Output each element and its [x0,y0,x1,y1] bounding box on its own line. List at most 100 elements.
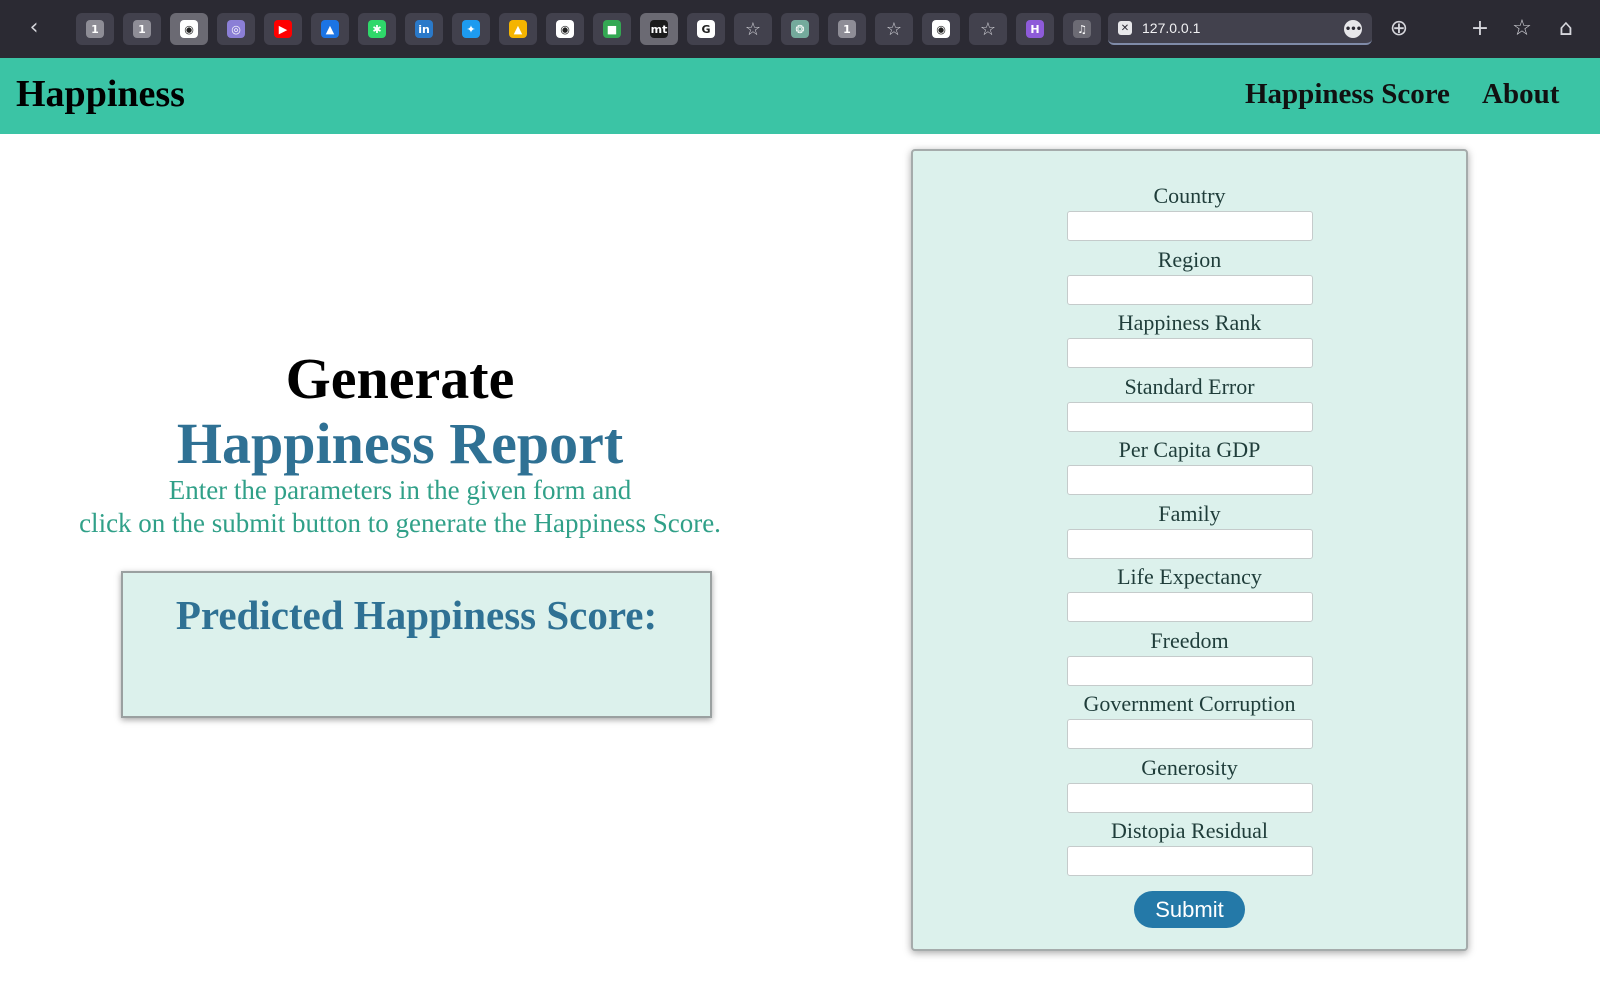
field-happiness-rank: Happiness Rank [913,308,1466,368]
star-icon: ☆ [744,18,762,40]
url-text[interactable]: 127.0.0.1 [1142,20,1200,36]
download-icon[interactable]: ⊕ [1385,15,1413,43]
browser-tab[interactable]: 1 [76,13,114,45]
freedom-input[interactable] [1066,655,1313,686]
field-government-corruption: Government Corruption [913,689,1466,749]
linkedin-icon: in [415,20,433,38]
country-input[interactable] [1066,211,1313,241]
field-label-region: Region [1157,246,1222,272]
browser-tab[interactable]: ♫ [1063,13,1101,45]
browser-tab[interactable]: ■ [593,13,631,45]
field-life-expectancy: Life Expectancy [913,562,1466,622]
region-input[interactable] [1066,274,1313,305]
browser-tab[interactable]: G [687,13,725,45]
family-input[interactable] [1066,528,1313,559]
browser-tab[interactable]: ✱ [358,13,396,45]
music-icon: ♫ [1073,20,1091,38]
back-arrow-icon[interactable]: ‹ [22,17,46,41]
field-region: Region [913,245,1466,305]
bluesky-icon: ▲ [321,20,339,38]
browser-tab[interactable]: ☆ [969,13,1007,45]
hero-title-happiness-report: Happiness Report [176,411,624,476]
star-icon: ☆ [885,18,903,40]
browser-tab[interactable]: mt [640,13,678,45]
github-icon: ◉ [180,20,198,38]
generosity-input[interactable] [1066,782,1313,813]
field-label-freedom: Freedom [1150,627,1229,653]
standard-error-input[interactable] [1066,401,1313,432]
field-generosity: Generosity [913,753,1466,813]
prediction-result-box: Predicted Happiness Score: [121,571,712,718]
mt-icon: mt [650,20,668,38]
browser-tab[interactable]: ✦ [452,13,490,45]
field-label-generosity: Generosity [1141,754,1238,780]
browser-tab[interactable]: ▲ [499,13,537,45]
browser-tab[interactable]: ▲ [311,13,349,45]
field-standard-error: Standard Error [913,372,1466,432]
browser-tab[interactable]: 1 [123,13,161,45]
browser-tab[interactable]: ◉ [170,13,208,45]
browser-toolbar: ‹ 1 1 ◉ ◎ ▶ ▲ ✱ in ✦ ▲ ◉ ■ mt G ☆ ❂ 1 ☆ ◉ ☆ H ♫ ✕ 127.0.0.1 •… [0,0,1600,58]
browser-tab[interactable]: 1 [828,13,866,45]
browser-tab[interactable]: ☆ [875,13,913,45]
h-app-icon: H [1026,20,1044,38]
hero-description-line-2: click on the submit button to generate t… [79,508,721,538]
address-bar[interactable]: ✕ 127.0.0.1 ••• [1108,13,1372,45]
brand-logo[interactable]: Happiness [16,72,185,116]
nav-link-about[interactable]: About [1482,78,1559,111]
tab-site-icon: ◎ [227,20,245,38]
tab-strip: 1 1 ◉ ◎ ▶ ▲ ✱ in ✦ ▲ ◉ ■ mt G ☆ ❂ 1 ☆ ◉ ☆ H ♫ [76,13,1101,45]
tab-1-icon: 1 [133,20,151,38]
browser-tab[interactable]: ◎ [217,13,255,45]
field-per-capita-gdp: Per Capita GDP [913,435,1466,495]
tab-1-icon: 1 [838,20,856,38]
per-capita-gdp-input[interactable] [1066,465,1313,495]
submit-button[interactable]: Submit [1134,891,1245,928]
field-label-life-expectancy: Life Expectancy [1117,564,1262,589]
field-label-standard-error: Standard Error [1124,373,1255,399]
star-icon: ☆ [979,18,997,40]
home-icon[interactable]: ⌂ [1552,15,1580,43]
more-options-icon[interactable]: ••• [1344,20,1362,38]
browser-tab[interactable]: ◉ [546,13,584,45]
browser-tab[interactable]: ☆ [734,13,772,45]
browser-tab[interactable]: ◉ [922,13,960,45]
field-label-per-capita-gdp: Per Capita GDP [1118,437,1261,462]
tab-1-icon: 1 [86,20,104,38]
new-tab-plus-icon[interactable]: + [1466,15,1494,43]
bookmark-star-icon[interactable]: ☆ [1508,15,1536,43]
browser-tab[interactable]: ❂ [781,13,819,45]
browser-tab[interactable]: ▶ [264,13,302,45]
predicted-score-label: Predicted Happiness Score: [175,592,658,638]
field-label-country: Country [1153,183,1226,208]
parameters-form: Country Region Happiness Rank Standard Erro… [911,149,1468,951]
hero-description: Enter the parameters in the given form a… [0,474,800,540]
life-expectancy-input[interactable] [1066,592,1313,622]
green-app-icon: ✱ [368,20,386,38]
nav-link-happiness-score[interactable]: Happiness Score [1245,78,1450,111]
field-label-family: Family [1158,500,1221,526]
field-family: Family [913,499,1466,559]
field-country: Country [913,181,1466,241]
google-workspace-icon: ■ [603,20,621,38]
field-freedom: Freedom [913,626,1466,686]
field-label-distopia-residual: Distopia Residual [1110,818,1269,843]
twitter-icon: ✦ [462,20,480,38]
field-label-government-corruption: Government Corruption [1083,691,1296,716]
distopia-residual-input[interactable] [1066,846,1313,876]
github-icon: ◉ [932,20,950,38]
browser-tab[interactable]: in [405,13,443,45]
google-icon: G [697,20,715,38]
hero-title-generate: Generate [285,346,515,411]
chatgpt-icon: ❂ [791,20,809,38]
hero-description-line-1: Enter the parameters in the given form a… [168,475,632,505]
field-label-happiness-rank: Happiness Rank [1117,310,1262,335]
government-corruption-input[interactable] [1066,719,1313,749]
google-drive-icon: ▲ [509,20,527,38]
browser-tab[interactable]: H [1016,13,1054,45]
navbar: Happiness Happiness Score About [0,58,1600,134]
happiness-rank-input[interactable] [1066,338,1313,368]
site-close-icon[interactable]: ✕ [1118,21,1132,35]
github-icon: ◉ [556,20,574,38]
youtube-icon: ▶ [274,20,292,38]
